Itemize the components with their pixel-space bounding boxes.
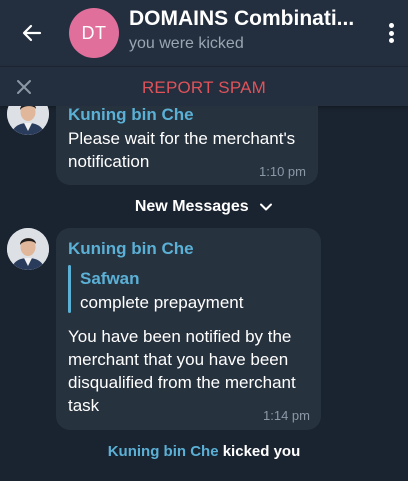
back-button[interactable] (16, 18, 48, 48)
message-list[interactable]: Kuning bin Che Please wait for the merch… (0, 106, 408, 481)
service-message-actor[interactable]: Kuning bin Che (108, 443, 219, 460)
avatar[interactable] (7, 228, 49, 270)
message-text-line: notification (68, 152, 150, 171)
message-text-line: merchant that you have been (68, 350, 289, 369)
service-message: Kuning bin Che kicked you (0, 443, 408, 460)
report-spam-bar: REPORT SPAM (0, 66, 408, 106)
new-messages-divider[interactable]: New Messages (0, 198, 408, 222)
arrow-left-icon (22, 24, 42, 42)
message-text-line: You have been notified by the (68, 327, 292, 346)
group-avatar[interactable]: DT (69, 8, 119, 58)
chat-screen: DT DOMAINS Combinati... you were kicked … (0, 0, 408, 481)
more-vertical-icon-dot (388, 38, 394, 43)
more-menu-button[interactable] (382, 20, 400, 46)
message-text-line: task (68, 396, 100, 415)
group-avatar-initials: DT (81, 22, 107, 43)
chat-title[interactable]: DOMAINS Combinati... (129, 7, 365, 31)
avatar[interactable] (7, 106, 49, 135)
reply-quote-sender[interactable]: Safwan (80, 269, 140, 289)
reply-quote-text[interactable]: complete prepayment (80, 293, 243, 313)
message-time: 1:10 pm (259, 164, 306, 179)
more-vertical-icon-dot (388, 30, 394, 36)
user-avatar-icon (7, 228, 49, 270)
chevron-down-icon (260, 203, 273, 211)
user-avatar-icon (7, 106, 49, 135)
message-time: 1:14 pm (263, 408, 310, 423)
reply-quote-bar (68, 265, 71, 313)
chat-subtitle: you were kicked (129, 35, 244, 52)
new-messages-label: New Messages (134, 198, 249, 215)
chat-header: DT DOMAINS Combinati... you were kicked (0, 0, 408, 66)
message-text-line: Please wait for the merchant's (68, 129, 296, 148)
service-message-action: kicked you (222, 443, 301, 460)
message-sender[interactable]: Kuning bin Che (68, 106, 194, 125)
more-vertical-icon (388, 23, 394, 28)
message-text-line: disqualified from the merchant (68, 373, 296, 392)
report-spam-button[interactable]: REPORT SPAM (0, 78, 408, 98)
message-sender[interactable]: Kuning bin Che (68, 239, 194, 259)
